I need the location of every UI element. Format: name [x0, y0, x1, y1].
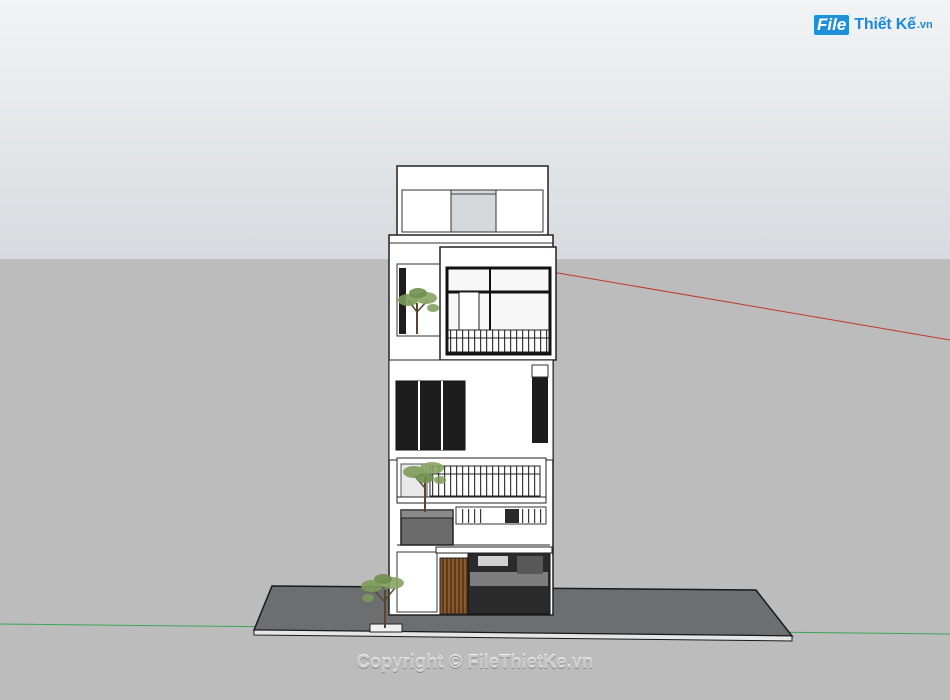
townhouse-model	[388, 165, 557, 616]
middle-window-panel	[395, 380, 466, 451]
upper-railing	[447, 329, 550, 353]
logo-text: Thiết Kế	[854, 16, 916, 33]
site-logo: File Thiết Kế .vn	[812, 10, 933, 40]
logo-file-badge: File	[812, 13, 852, 37]
roof-opening	[450, 189, 497, 233]
sketchup-viewport[interactable]: File Thiết Kế .vn Copyright © FileThietK…	[0, 0, 950, 700]
logo-domain: .vn	[916, 19, 933, 31]
second-railing	[429, 465, 541, 497]
wood-slat-door	[439, 557, 469, 615]
model-scene	[0, 0, 950, 700]
copyright-watermark: Copyright © FileThietKe.vn	[356, 652, 594, 672]
